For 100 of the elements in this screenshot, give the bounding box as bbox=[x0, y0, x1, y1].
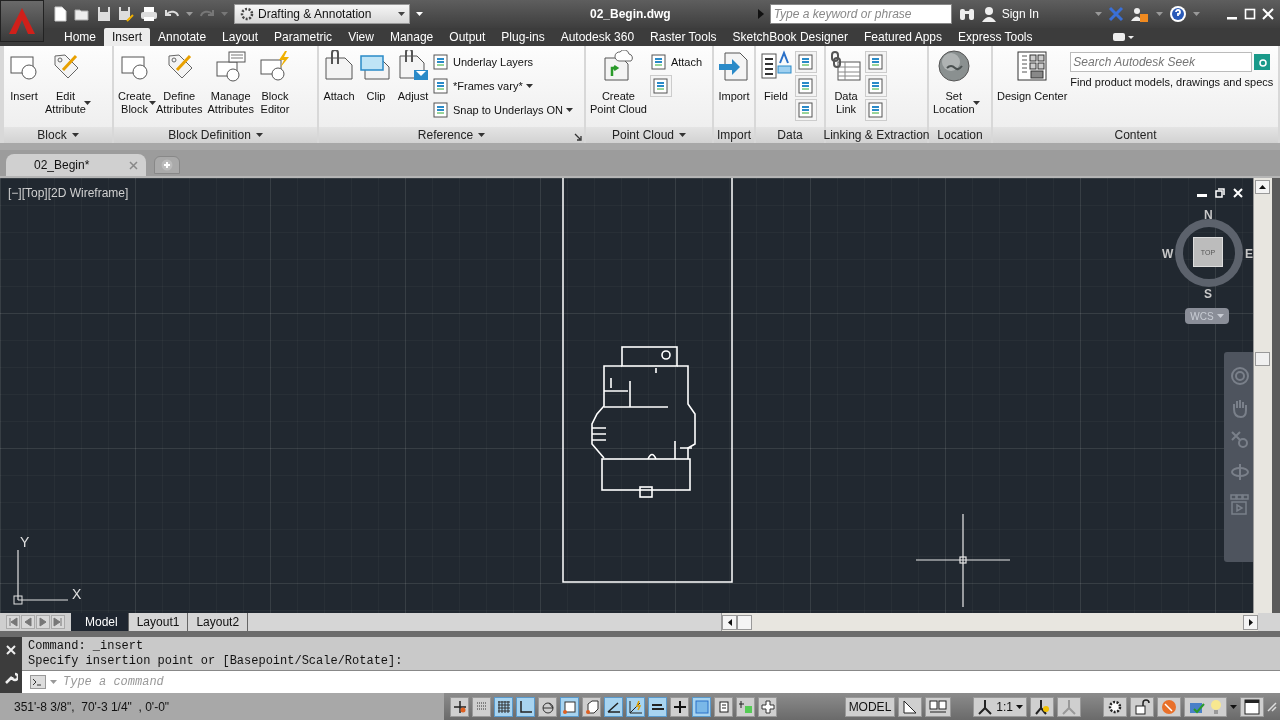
layout-tab[interactable]: Layout1 bbox=[128, 613, 189, 631]
icon-button[interactable] bbox=[795, 51, 817, 73]
model-tab[interactable]: Model bbox=[71, 613, 129, 631]
ribbon-button[interactable]: Create Block bbox=[116, 46, 154, 116]
panel-title[interactable]: Block bbox=[4, 127, 112, 143]
sign-in-link[interactable]: Sign In bbox=[1001, 7, 1089, 21]
save-as-icon[interactable] bbox=[118, 6, 134, 22]
ribbon-tab[interactable]: Autodesk 360 bbox=[552, 28, 643, 46]
ribbon-button[interactable]: Define Attributes bbox=[154, 46, 205, 116]
ribbon-button[interactable]: Import bbox=[716, 46, 752, 103]
ribbon-tab[interactable]: Manage bbox=[381, 28, 442, 46]
panel-title[interactable]: Block Definition bbox=[114, 127, 317, 143]
ribbon-tab[interactable]: Plug-ins bbox=[493, 28, 553, 46]
panel-title[interactable]: Point Cloud bbox=[586, 127, 712, 143]
expand-arrow-icon[interactable] bbox=[757, 9, 764, 19]
panel-toggle-icon[interactable] bbox=[1110, 31, 1135, 43]
lock-button[interactable] bbox=[1130, 696, 1154, 717]
ribbon-tab[interactable]: View bbox=[340, 28, 382, 46]
help-icon[interactable] bbox=[1169, 5, 1187, 23]
status-toggle[interactable] bbox=[670, 696, 689, 717]
status-toggle[interactable] bbox=[604, 696, 623, 717]
ribbon-tab[interactable]: Raster Tools bbox=[642, 28, 725, 46]
ribbon-button[interactable]: Manage Attributes bbox=[205, 46, 256, 116]
ribbon-button[interactable]: Edit Attribute bbox=[43, 46, 88, 116]
status-toggle[interactable] bbox=[494, 696, 513, 717]
print-icon[interactable] bbox=[140, 6, 158, 22]
tab-scroll-button[interactable] bbox=[21, 615, 35, 629]
resize-grip-icon[interactable] bbox=[1267, 701, 1277, 712]
status-toggle[interactable] bbox=[692, 696, 711, 717]
ribbon-button[interactable]: Clip bbox=[358, 46, 394, 103]
ribbon-button[interactable]: *Frames vary* bbox=[432, 75, 574, 97]
maximize-icon[interactable] bbox=[1244, 8, 1256, 20]
restore-icon[interactable] bbox=[1215, 188, 1225, 198]
status-toggle[interactable] bbox=[648, 696, 667, 717]
ribbon-button[interactable]: Data Link bbox=[828, 46, 864, 116]
ribbon-tab[interactable]: Insert bbox=[104, 28, 151, 46]
ribbon-tab[interactable]: Home bbox=[56, 28, 104, 46]
status-toggle[interactable] bbox=[450, 696, 469, 717]
vertical-scrollbar[interactable] bbox=[1253, 178, 1272, 613]
status-toggle[interactable] bbox=[758, 696, 777, 717]
status-toggle[interactable] bbox=[714, 696, 733, 717]
ribbon-button[interactable]: Attach bbox=[649, 51, 703, 73]
application-menu-button[interactable] bbox=[0, 0, 44, 42]
status-toggle[interactable] bbox=[582, 696, 601, 717]
prompt-icon[interactable] bbox=[30, 675, 46, 689]
binoculars-icon[interactable] bbox=[957, 6, 976, 22]
model-space-button[interactable]: MODEL bbox=[844, 696, 896, 717]
ribbon-button[interactable]: Design Center bbox=[995, 46, 1070, 103]
icon-button[interactable] bbox=[865, 51, 887, 73]
ribbon-tab[interactable]: SketchBook Designer bbox=[724, 28, 856, 46]
viewport-button[interactable] bbox=[898, 696, 923, 717]
new-file-icon[interactable] bbox=[52, 6, 68, 22]
panel-title[interactable]: Reference bbox=[319, 127, 584, 143]
clean-screen-button[interactable] bbox=[1240, 696, 1264, 717]
status-toggle[interactable] bbox=[516, 696, 535, 717]
annotation-scale-button[interactable]: 1:1 bbox=[973, 696, 1027, 717]
search-field[interactable]: Type a keyword or phrase bbox=[769, 4, 952, 24]
ribbon-button[interactable]: Insert bbox=[6, 46, 42, 103]
search-field[interactable]: Search Autodesk Seek bbox=[1070, 52, 1253, 72]
ribbon-button[interactable]: Attach bbox=[321, 46, 357, 103]
save-icon[interactable] bbox=[96, 6, 112, 22]
up-arrow-icon[interactable] bbox=[1259, 185, 1266, 189]
icon-button[interactable] bbox=[649, 75, 672, 97]
status-toggle[interactable] bbox=[626, 696, 645, 717]
ribbon-button[interactable]: Adjust bbox=[395, 46, 431, 103]
ribbon-button[interactable]: Underlay Layers bbox=[432, 51, 574, 73]
wrench-icon[interactable] bbox=[4, 671, 18, 685]
icon-button[interactable] bbox=[795, 99, 817, 121]
left-arrow-icon[interactable] bbox=[727, 618, 732, 626]
ribbon-tab[interactable]: Parametric bbox=[266, 28, 341, 46]
tab-scroll-button[interactable] bbox=[6, 615, 20, 629]
ribbon-button[interactable]: Field bbox=[758, 46, 794, 103]
icon-button[interactable] bbox=[795, 75, 817, 97]
layout-view-button[interactable] bbox=[925, 696, 952, 717]
status-toggle[interactable] bbox=[538, 696, 557, 717]
ribbon-button[interactable]: Set Location bbox=[931, 46, 977, 116]
layout-tab[interactable]: Layout2 bbox=[188, 613, 249, 631]
ribbon-button[interactable]: Snap to Underlays ON bbox=[432, 99, 574, 121]
ribbon-tab[interactable]: Featured Apps bbox=[855, 28, 951, 46]
launcher-arrow-icon[interactable] bbox=[574, 133, 582, 141]
coordinates-readout[interactable]: 351'-8 3/8", 70'-3 1/4" , 0'-0" bbox=[0, 693, 444, 720]
ribbon-button[interactable]: Block Editor bbox=[256, 46, 293, 116]
ribbon-tab[interactable]: Express Tools bbox=[950, 28, 1041, 46]
isolate-button[interactable] bbox=[1184, 696, 1227, 717]
horizontal-scrollbar[interactable] bbox=[721, 613, 1258, 631]
ribbon-button[interactable]: Create Point Cloud bbox=[588, 46, 649, 116]
new-tab-button[interactable] bbox=[154, 156, 180, 174]
folder-icon[interactable] bbox=[74, 6, 90, 22]
file-tab[interactable]: 02_Begin* bbox=[6, 154, 146, 176]
ribbon-tab[interactable]: Annotate bbox=[150, 28, 215, 46]
viewport-label[interactable]: [−][Top][2D Wireframe] bbox=[8, 186, 129, 200]
workspace-dropdown[interactable]: Drafting & Annotation bbox=[234, 4, 410, 24]
scroll-thumb[interactable] bbox=[1255, 352, 1270, 366]
status-toggle[interactable] bbox=[472, 696, 491, 717]
tab-scroll-button[interactable] bbox=[36, 615, 50, 629]
icon-button[interactable] bbox=[865, 75, 887, 97]
tab-scroll-button[interactable] bbox=[51, 615, 65, 629]
status-toggle[interactable] bbox=[560, 696, 579, 717]
status-toggle[interactable] bbox=[736, 696, 755, 717]
ribbon-tab[interactable]: Layout bbox=[214, 28, 267, 46]
